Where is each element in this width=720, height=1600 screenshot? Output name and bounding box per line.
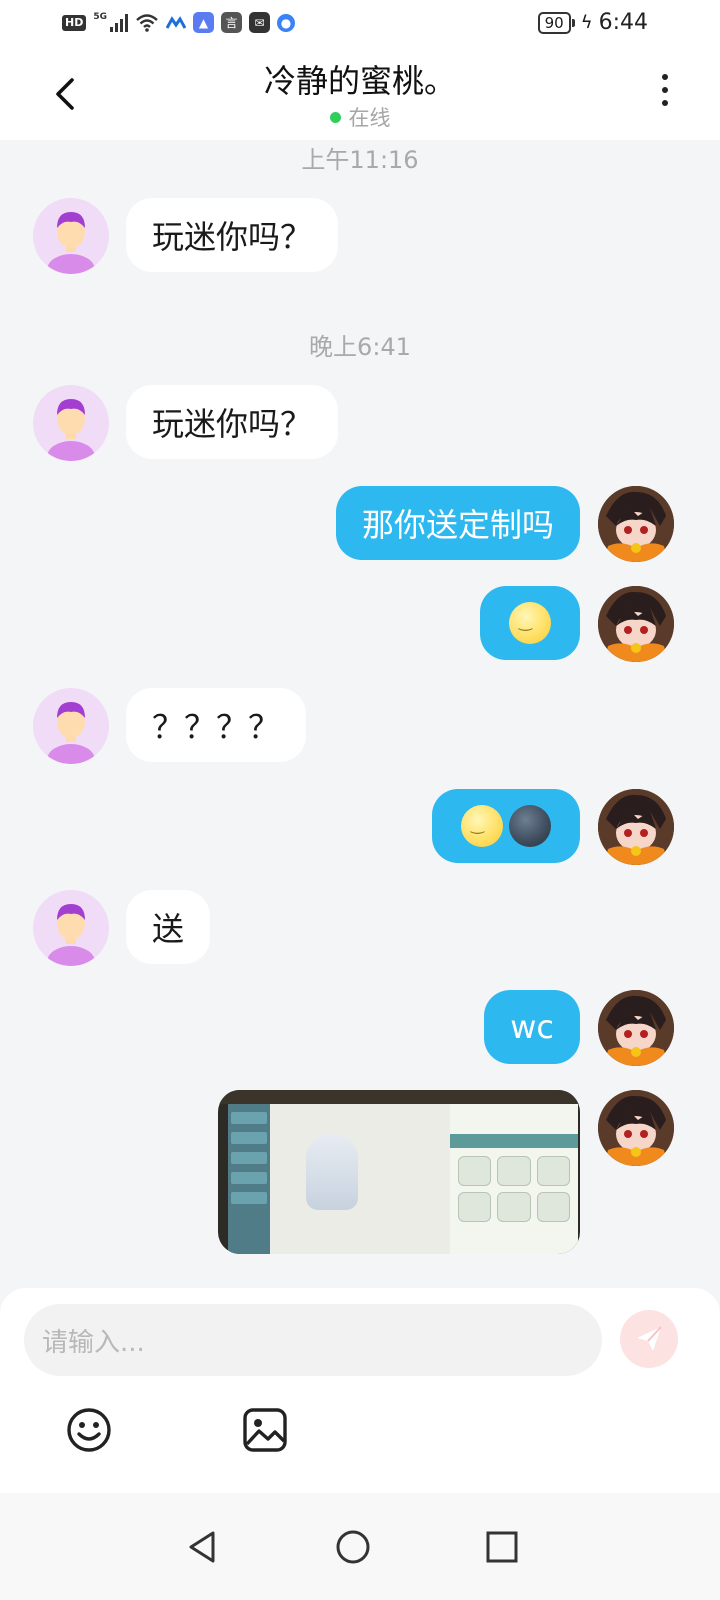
anime-avatar-icon <box>598 486 674 562</box>
my-avatar[interactable] <box>598 1090 674 1166</box>
contact-avatar[interactable] <box>33 198 109 274</box>
default-avatar-icon <box>47 702 95 764</box>
image-message[interactable] <box>218 1090 580 1254</box>
full-moon-face-icon <box>461 805 503 847</box>
chat-header: 冷静的蜜桃。 在线 <box>0 48 720 140</box>
anime-avatar-icon <box>598 990 674 1066</box>
message-bubble[interactable]: 送 <box>126 890 211 964</box>
message-bubble[interactable]: wc <box>484 990 580 1064</box>
message-bubble[interactable]: 那你送定制吗 <box>335 486 580 560</box>
online-dot-icon <box>329 112 341 123</box>
anime-avatar-icon <box>598 1090 674 1166</box>
send-icon <box>637 1326 662 1351</box>
news-app-icon: 言 <box>221 12 242 33</box>
nav-recents-icon[interactable] <box>482 1527 522 1567</box>
image-icon[interactable] <box>241 1406 289 1454</box>
anime-avatar-icon <box>598 586 674 662</box>
emoji-message[interactable] <box>432 789 580 863</box>
message-input[interactable]: 请输入... <box>24 1304 602 1376</box>
browser-app-icon: ● <box>277 13 295 32</box>
game-screenshot-sidebar <box>228 1104 270 1254</box>
my-avatar[interactable] <box>598 990 674 1066</box>
system-nav-bar <box>0 1493 720 1600</box>
game-screenshot-panel <box>450 1104 578 1254</box>
message-bubble[interactable]: 玩迷你吗？ <box>126 198 339 272</box>
message-list[interactable]: 上午11:16 玩迷你吗？ 晚上6:41 玩迷你吗？ 那你送定制吗 ‿ ？？？？… <box>0 140 720 1290</box>
default-avatar-icon <box>47 399 95 461</box>
game-character-figure <box>306 1134 358 1210</box>
hd-indicator: HD <box>62 14 87 31</box>
smiley-icon[interactable] <box>65 1406 113 1454</box>
nav-home-icon[interactable] <box>333 1527 373 1567</box>
more-options-icon[interactable] <box>658 74 672 114</box>
message-bubble[interactable]: ？？？？ <box>126 688 307 762</box>
game-screenshot-scene <box>270 1104 450 1254</box>
contact-name: 冷静的蜜桃。 <box>263 62 456 100</box>
status-bar: HD 5G ▲ 言 ✉ ● 90 ϟ 6:44 <box>0 0 720 48</box>
message-bubble[interactable]: 玩迷你吗？ <box>126 385 339 459</box>
study-app-icon: ▲ <box>193 12 214 33</box>
charging-icon: ϟ <box>580 12 593 33</box>
my-avatar[interactable] <box>598 586 674 662</box>
contact-avatar[interactable] <box>33 688 109 764</box>
my-avatar[interactable] <box>598 486 674 562</box>
emoji-message[interactable] <box>480 586 580 660</box>
online-status: 在线 <box>0 102 720 132</box>
anime-avatar-icon <box>598 789 674 865</box>
wifi-icon <box>136 13 158 32</box>
contact-avatar[interactable] <box>33 385 109 461</box>
clock: 6:44 <box>598 10 648 35</box>
new-moon-face-icon <box>509 805 551 847</box>
online-status-label: 在线 <box>348 106 391 130</box>
send-button[interactable] <box>620 1310 678 1368</box>
timestamp: 上午11:16 <box>301 146 419 174</box>
full-moon-face-icon <box>509 602 551 644</box>
mail-app-icon: ✉ <box>249 12 270 33</box>
timestamp: 晚上6:41 <box>309 333 411 361</box>
default-avatar-icon <box>47 904 95 966</box>
signal-icon <box>110 13 128 32</box>
message-composer: 请输入... <box>0 1288 720 1493</box>
game-screenshot-topbar <box>218 1090 580 1104</box>
my-avatar[interactable] <box>598 789 674 865</box>
battery-icon: 90 <box>537 11 575 34</box>
nav-back-icon[interactable] <box>183 1527 223 1567</box>
contact-avatar[interactable] <box>33 890 109 966</box>
default-avatar-icon <box>47 212 95 274</box>
network-type: 5G <box>93 12 107 22</box>
notification-app-icon <box>166 15 186 29</box>
